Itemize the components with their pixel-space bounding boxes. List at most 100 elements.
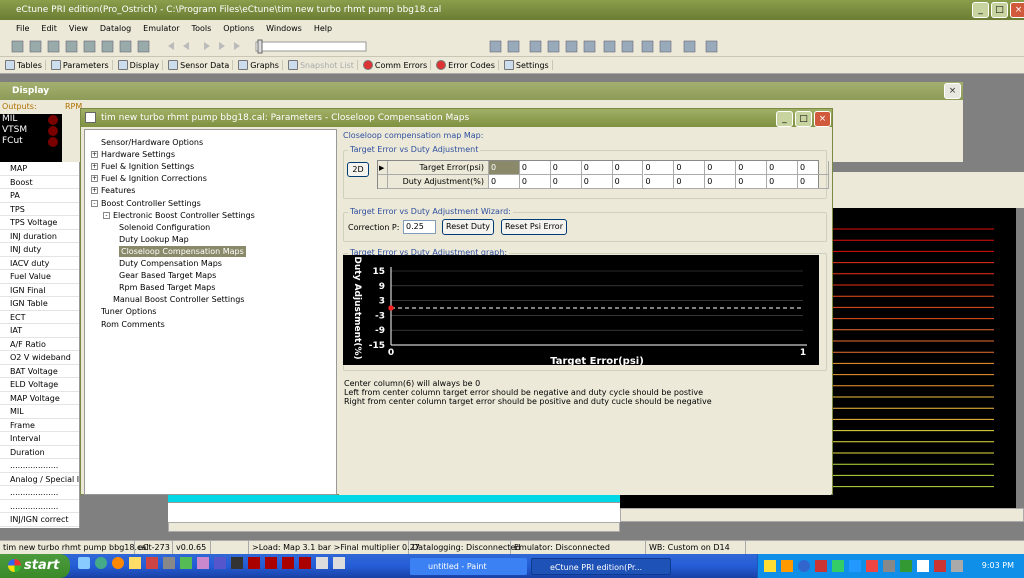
maximize-button[interactable]: □ (991, 2, 1008, 18)
grid-cell[interactable]: 0 (519, 161, 551, 175)
app1-icon[interactable] (146, 557, 158, 569)
sensor-list-item[interactable]: A/F Ratio (0, 338, 79, 351)
tree-item[interactable]: Sensor/Hardware Options (101, 137, 203, 148)
grid-cell[interactable]: 0 (643, 161, 675, 175)
sensor-list-item[interactable]: MAP (0, 162, 79, 176)
sensor-list-item[interactable]: IGN Table (0, 297, 79, 311)
expand-icon[interactable]: + (91, 175, 98, 183)
grid-cell[interactable]: 0 (643, 175, 675, 189)
sensor-list-item[interactable]: Boost (0, 176, 79, 189)
expand-icon[interactable]: + (91, 151, 98, 159)
grid-cell[interactable]: 0 (767, 175, 798, 189)
dialog-maximize-button[interactable]: □ (795, 111, 812, 127)
datalog-slider[interactable] (255, 41, 367, 52)
desktop-icon[interactable] (78, 557, 90, 569)
app7-icon[interactable] (248, 557, 260, 569)
app8-icon[interactable] (265, 557, 277, 569)
graphs-button[interactable]: Graphs (235, 60, 283, 70)
grid-cell[interactable]: 0 (612, 175, 644, 189)
sensor-list-item[interactable]: Interval (0, 432, 79, 446)
sensor-list-item[interactable]: Frame (0, 419, 79, 432)
app12-icon[interactable] (333, 557, 345, 569)
snapshot-list-button[interactable]: Snapshot List (285, 60, 358, 70)
tray-icon-6[interactable] (849, 560, 861, 572)
grid-cell[interactable]: 0 (489, 161, 520, 175)
display-button[interactable]: Display (115, 60, 164, 70)
grid-cell[interactable]: 0 (612, 161, 644, 175)
tree-item[interactable]: + Fuel & Ignition Settings (91, 161, 194, 172)
menu-emulator[interactable]: Emulator (137, 24, 185, 33)
app11-icon[interactable] (316, 557, 328, 569)
map-scrollbar[interactable] (620, 508, 1024, 522)
parameters-button[interactable]: Parameters (48, 60, 113, 70)
sensor-list-item[interactable]: ................... (0, 486, 79, 500)
tree-item[interactable]: Closeloop Compensation Maps (119, 245, 246, 257)
tray-icon-1[interactable] (764, 560, 776, 572)
grid-cell[interactable]: 0 (581, 175, 613, 189)
grid-cell[interactable]: 0 (798, 175, 829, 189)
menu-datalog[interactable]: Datalog (94, 24, 137, 33)
tree-item[interactable]: Gear Based Target Maps (119, 270, 216, 281)
tray-icon-8[interactable] (883, 560, 895, 572)
tray-icon-9[interactable] (900, 560, 912, 572)
grid-cell[interactable]: 0 (705, 161, 737, 175)
sensor-list-item[interactable]: TPS (0, 203, 79, 216)
sensor-list-item[interactable]: O2 V wideband (0, 351, 79, 365)
menu-options[interactable]: Options (217, 24, 260, 33)
collapse-icon[interactable]: - (103, 211, 110, 219)
minimize-button[interactable]: _ (972, 2, 989, 18)
network-icon[interactable] (951, 560, 963, 572)
app4-icon[interactable] (197, 557, 209, 569)
grid-cell[interactable]: 0 (705, 175, 737, 189)
sensor-list-item[interactable]: MAP Voltage (0, 392, 79, 405)
app5-icon[interactable] (214, 557, 226, 569)
app6-icon[interactable] (231, 557, 243, 569)
bluetooth-icon[interactable] (798, 560, 810, 572)
tree-item[interactable]: Tuner Options (101, 306, 156, 317)
sensor-list-item[interactable]: IGN Final (0, 284, 79, 297)
tables-button[interactable]: Tables (2, 60, 46, 70)
reset-duty-button[interactable]: Reset Duty (442, 219, 494, 235)
grid-cell[interactable]: 0 (767, 161, 798, 175)
correction-p-input[interactable]: 0.25 (403, 220, 436, 234)
sensor-list-item[interactable]: IACV duty (0, 257, 79, 270)
app2-icon[interactable] (163, 557, 175, 569)
error-codes-button[interactable]: Error Codes (433, 60, 499, 70)
menu-edit[interactable]: Edit (35, 24, 63, 33)
sensor-list-item[interactable]: BAT Voltage (0, 365, 79, 378)
tree-item[interactable]: + Features (91, 185, 135, 196)
grid-cell[interactable]: 0 (674, 161, 706, 175)
sensor-list-item[interactable]: Fuel Value (0, 270, 79, 284)
sensor-list-item[interactable]: INJ duty (0, 243, 79, 257)
tray-icon-4[interactable] (815, 560, 827, 572)
expand-icon[interactable]: + (91, 163, 98, 171)
tree-item[interactable]: + Fuel & Ignition Corrections (91, 173, 207, 184)
sensor-list-item[interactable]: PA (0, 189, 79, 203)
grid-cell[interactable]: 0 (736, 161, 768, 175)
tree-item[interactable]: Rom Comments (101, 319, 165, 330)
firefox-icon[interactable] (112, 557, 124, 569)
sensor-data-button[interactable]: Sensor Data (165, 60, 234, 70)
slider-handle[interactable] (257, 39, 263, 54)
sensor-list-item[interactable]: Analog / Special Inp (0, 473, 79, 486)
tree-item[interactable]: Duty Lookup Map (119, 234, 189, 245)
grid-cell[interactable]: 0 (519, 175, 551, 189)
tree-item[interactable]: - Electronic Boost Controller Settings (103, 210, 255, 221)
2d-button[interactable]: 2D (347, 162, 369, 177)
sensor-list-item[interactable]: MIL (0, 405, 79, 419)
tray-icon-5[interactable] (832, 560, 844, 572)
tray-icon-7[interactable] (866, 560, 878, 572)
sensor-list-item[interactable]: INJ/IGN correct (0, 513, 79, 527)
sensor-list-item[interactable]: INJ duration (0, 230, 79, 243)
tree-item[interactable]: Duty Compensation Maps (119, 258, 222, 269)
grid-cell[interactable]: 0 (550, 175, 582, 189)
menu-help[interactable]: Help (308, 24, 338, 33)
tree-item[interactable]: Solenoid Configuration (119, 222, 210, 233)
sensor-list-item[interactable]: TPS Voltage (0, 216, 79, 230)
tree-item[interactable]: + Hardware Settings (91, 149, 175, 160)
display-close-button[interactable]: × (944, 83, 961, 99)
horizontal-scrollbar[interactable] (168, 522, 620, 532)
dialog-close-button[interactable]: × (814, 111, 831, 127)
tray-icon-11[interactable] (934, 560, 946, 572)
grid-cell[interactable]: 0 (674, 175, 706, 189)
